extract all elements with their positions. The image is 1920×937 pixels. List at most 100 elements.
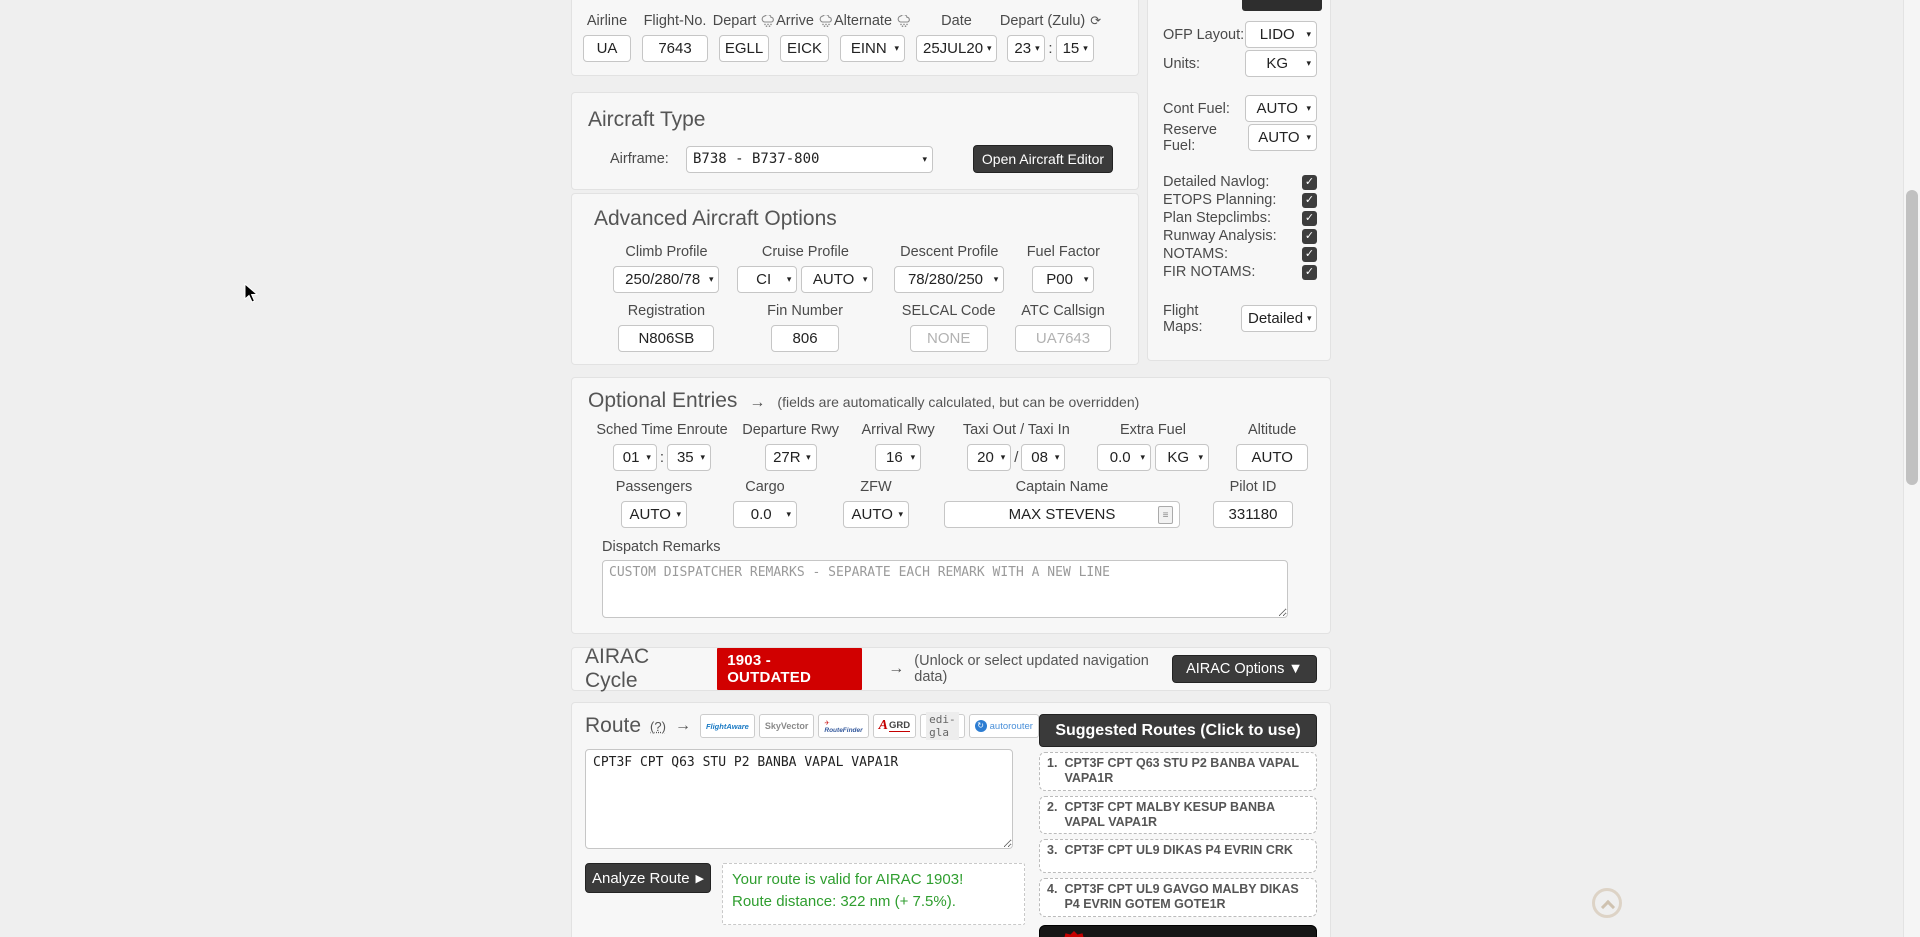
cargo-select[interactable]: 0.0▾ — [733, 501, 797, 528]
notams-checkbox[interactable]: ✓ — [1302, 247, 1317, 262]
depart-hour-select[interactable]: 23▾ — [1007, 35, 1045, 62]
airframe-select[interactable]: B738 - B737-800▾ — [686, 146, 933, 173]
advanced-options-title: Advanced Aircraft Options — [594, 207, 1116, 231]
depart-zulu-label: Depart (Zulu) — [1000, 13, 1085, 29]
suggested-routes-header[interactable]: Suggested Routes (Click to use) — [1039, 714, 1317, 747]
chevron-down-icon: ▾ — [922, 154, 927, 165]
routefinder-button[interactable]: ✈RouteFinder — [818, 714, 868, 738]
scrollbar[interactable] — [1903, 0, 1920, 937]
zfw-label: ZFW — [860, 479, 891, 495]
arrow-right: → — [749, 394, 765, 412]
airline-input[interactable] — [583, 35, 631, 62]
extra-fuel-select[interactable]: 0.0▾ — [1097, 444, 1151, 471]
airac-options-button[interactable]: AIRAC Options ▼ — [1172, 655, 1317, 683]
chevron-down-icon: ▾ — [646, 452, 651, 463]
suggested-route-item[interactable]: 4.CPT3F CPT UL9 GAVGO MALBY DIKAS P4 EVR… — [1039, 878, 1317, 917]
open-aircraft-editor-button[interactable]: Open Aircraft Editor — [973, 145, 1113, 173]
zfw-select[interactable]: AUTO▾ — [843, 501, 909, 528]
alternate-select[interactable]: EINN▾ — [840, 35, 905, 62]
crew-list-icon[interactable]: ≡ — [1158, 506, 1173, 524]
arrival-rwy-select[interactable]: 16▾ — [875, 444, 921, 471]
chevron-down-icon: ▾ — [786, 509, 791, 520]
depart-minute-select[interactable]: 15▾ — [1056, 35, 1094, 62]
route-help-link[interactable]: (?) — [650, 719, 666, 734]
descent-profile-label: Descent Profile — [900, 244, 998, 260]
flight-no-input[interactable] — [642, 35, 708, 62]
time-separator: : — [1045, 40, 1055, 57]
extra-fuel-unit-select[interactable]: KG▾ — [1155, 444, 1209, 471]
chevron-down-icon: ▾ — [1306, 132, 1311, 143]
arrive-input[interactable] — [780, 35, 829, 62]
dispatch-remarks-textarea[interactable] — [602, 560, 1288, 618]
ofp-layout-select[interactable]: LIDO▾ — [1245, 21, 1317, 48]
route-textarea[interactable]: CPT3F CPT Q63 STU P2 BANBA VAPAL VAPA1R — [585, 749, 1013, 849]
descent-profile-select[interactable]: 78/280/250▾ — [894, 266, 1004, 293]
sidebar-top-button-partial[interactable] — [1242, 0, 1322, 11]
suggested-route-item[interactable]: 2.CPT3F CPT MALBY KESUP BANBA VAPAL VAPA… — [1039, 796, 1317, 835]
etops-planning-checkbox[interactable]: ✓ — [1302, 193, 1317, 208]
flightaware-button[interactable]: FlightAware — [700, 714, 755, 738]
scroll-to-top-button[interactable] — [1592, 888, 1622, 918]
departure-rwy-select[interactable]: 27R▾ — [765, 444, 817, 471]
fin-number-input[interactable] — [771, 325, 839, 352]
weather-icon[interactable] — [761, 15, 775, 27]
atc-callsign-input[interactable] — [1015, 325, 1111, 352]
time-separator: : — [657, 449, 667, 466]
units-select[interactable]: KG▾ — [1245, 50, 1317, 77]
chevron-down-icon: ▾ — [1306, 58, 1311, 69]
taxi-out-select[interactable]: 20▾ — [967, 444, 1011, 471]
fin-number-label: Fin Number — [767, 303, 843, 319]
fir-notams-checkbox[interactable]: ✓ — [1302, 265, 1317, 280]
registration-input[interactable] — [618, 325, 714, 352]
sched-hour-select[interactable]: 01▾ — [613, 444, 657, 471]
cargo-label: Cargo — [745, 479, 785, 495]
refresh-icon[interactable]: ⟳ — [1090, 13, 1101, 29]
optional-entries-note: (fields are automatically calculated, bu… — [777, 394, 1139, 410]
reserve-fuel-select[interactable]: AUTO▾ — [1248, 124, 1317, 151]
suggested-route-item[interactable]: 3.CPT3F CPT UL9 DIKAS P4 EVRIN CRK — [1039, 839, 1317, 873]
atc-callsign-label: ATC Callsign — [1021, 303, 1105, 319]
chevron-down-icon: ▾ — [1306, 103, 1311, 114]
altitude-input[interactable] — [1236, 444, 1308, 471]
airac-outdated-badge: 1903 - OUTDATED — [717, 648, 862, 690]
suggested-route-item[interactable]: 1.CPT3F CPT Q63 STU P2 BANBA VAPAL VAPA1… — [1039, 752, 1317, 791]
weather-icon[interactable] — [819, 15, 833, 27]
selcal-input[interactable] — [910, 325, 988, 352]
new-badge: NEW — [1059, 933, 1089, 937]
aircraft-type-card: Aircraft Type Airframe: B738 - B737-800▾… — [571, 92, 1139, 190]
pilot-id-input[interactable] — [1213, 501, 1293, 528]
depart-label: Depart — [713, 13, 757, 29]
flight-maps-select[interactable]: Detailed▾ — [1241, 305, 1317, 332]
reserve-fuel-label: Reserve Fuel: — [1163, 122, 1248, 154]
skyvector-button[interactable]: SkyVector — [759, 714, 815, 738]
detailed-navlog-checkbox[interactable]: ✓ — [1302, 175, 1317, 190]
cont-fuel-select[interactable]: AUTO▾ — [1245, 95, 1317, 122]
cruise-profile-select[interactable]: CI▾ — [737, 266, 797, 293]
cruise-ci-select[interactable]: AUTO▾ — [801, 266, 873, 293]
fuel-factor-select[interactable]: P00▾ — [1032, 266, 1094, 293]
taxi-in-select[interactable]: 08▾ — [1021, 444, 1065, 471]
route-title: Route — [585, 714, 641, 738]
edi-gla-button[interactable]: edi-gla — [920, 714, 965, 738]
notams-label: NOTAMS: — [1163, 246, 1228, 262]
route-editor-column: Route (?) → FlightAware SkyVector ✈Route… — [585, 714, 1025, 937]
depart-input[interactable] — [719, 35, 769, 62]
autorouter-button[interactable]: ↻autorouter — [969, 714, 1039, 738]
view-more-routes-button[interactable]: NEW View More Routes — [1039, 925, 1317, 937]
chevron-down-icon: ▾ — [894, 43, 899, 54]
chevron-down-icon: ▾ — [1198, 452, 1203, 463]
date-select[interactable]: 25JUL20▾ — [916, 35, 997, 62]
chevron-down-icon: ▾ — [863, 274, 868, 285]
agrd-button[interactable]: AGRD — [873, 714, 916, 738]
scrollbar-thumb[interactable] — [1906, 190, 1918, 485]
sched-minute-select[interactable]: 35▾ — [667, 444, 711, 471]
passengers-select[interactable]: AUTO▾ — [621, 501, 687, 528]
runway-analysis-checkbox[interactable]: ✓ — [1302, 229, 1317, 244]
arrow-right: → — [888, 660, 904, 678]
units-label: Units: — [1163, 56, 1200, 72]
analyze-route-button[interactable]: Analyze Route▶ — [585, 863, 711, 893]
plan-stepclimbs-checkbox[interactable]: ✓ — [1302, 211, 1317, 226]
climb-profile-select[interactable]: 250/280/78▾ — [613, 266, 719, 293]
captain-name-input[interactable] — [944, 501, 1180, 528]
weather-icon[interactable] — [897, 15, 911, 27]
